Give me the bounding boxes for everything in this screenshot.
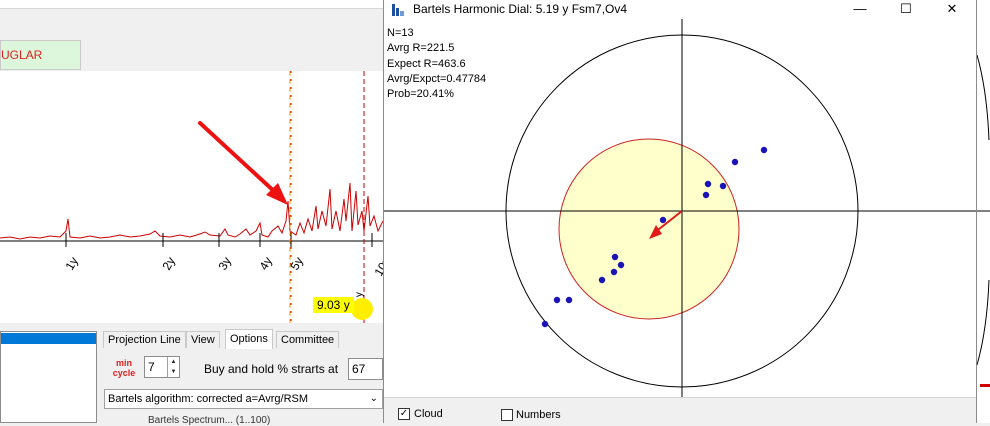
phase-point bbox=[610, 268, 618, 276]
phase-point bbox=[659, 216, 667, 224]
tab-projection-line-label: Projection Line bbox=[108, 334, 181, 346]
numbers-checkbox-label: Numbers bbox=[516, 409, 561, 421]
dial-options-bar: ✓ Cloud Numbers bbox=[384, 397, 976, 424]
phase-point bbox=[611, 253, 619, 261]
phase-point bbox=[565, 296, 573, 304]
tab-view[interactable]: View bbox=[186, 331, 220, 348]
tab-committee-label: Committee bbox=[281, 334, 335, 346]
window-title: Bartels Harmonic Dial: 5.19 y Fsm7,Ov4 bbox=[413, 2, 628, 16]
close-button[interactable]: ✕ bbox=[929, 0, 975, 19]
maximize-button[interactable]: ☐ bbox=[883, 0, 929, 19]
min-cycle-stepper[interactable]: 7 ▲ ▼ bbox=[144, 356, 180, 378]
tab-view-label: View bbox=[191, 334, 215, 346]
buy-hold-input[interactable]: 67 bbox=[348, 358, 383, 380]
right-bg-arc-bottom bbox=[976, 279, 990, 366]
annotation-arrow-shaft bbox=[198, 121, 278, 195]
tick-label-10y: 10y bbox=[371, 255, 383, 279]
tick-label-1y: 1y bbox=[62, 255, 80, 273]
right-bg-arc-top bbox=[976, 54, 990, 141]
stat-ratio: Avrg/Expct=0.47784 bbox=[387, 72, 487, 85]
dial-stats: N=13 Avrg R=221.5 Expect R=463.6 Avrg/Ex… bbox=[387, 26, 486, 102]
buy-hold-label: Buy and hold % strarts at bbox=[204, 362, 339, 376]
tab-committee[interactable]: Committee bbox=[276, 331, 340, 348]
right-background-window bbox=[976, 0, 990, 423]
background-top-strip bbox=[0, 0, 383, 9]
buy-hold-value: 67 bbox=[352, 362, 366, 376]
min-cycle-label: min cycle bbox=[112, 358, 136, 378]
regular-tab[interactable]: UGLAR bbox=[0, 40, 81, 70]
stat-avrg-r: Avrg R=221.5 bbox=[387, 42, 455, 55]
chevron-down-icon: ⌄ bbox=[369, 393, 378, 404]
min-cycle-label-line2: cycle bbox=[112, 368, 136, 378]
tick-label-3y: 3y bbox=[215, 255, 233, 273]
phase-point bbox=[598, 276, 606, 284]
tick-label-4y: 4y bbox=[256, 255, 274, 273]
title-bar[interactable]: Bartels Harmonic Dial: 5.19 y Fsm7,Ov4 —… bbox=[384, 0, 976, 19]
minimize-button[interactable]: — bbox=[837, 0, 883, 19]
numbers-checkbox[interactable] bbox=[501, 409, 513, 421]
harmonic-dial-window: Bartels Harmonic Dial: 5.19 y Fsm7,Ov4 —… bbox=[383, 0, 977, 424]
tab-options[interactable]: Options bbox=[225, 329, 273, 349]
tab-projection-line[interactable]: Projection Line bbox=[103, 331, 186, 348]
clipped-option-text: Bartels Spectrum... (1..100) bbox=[148, 415, 271, 426]
min-cycle-value: 7 bbox=[148, 360, 155, 374]
date-tag: 9.03 y bbox=[313, 297, 354, 313]
regular-tab-label: UGLAR bbox=[1, 48, 43, 62]
algorithm-select[interactable]: Bartels algorithm: corrected a=Avrg/RSM … bbox=[104, 389, 383, 409]
phase-point bbox=[702, 191, 710, 199]
left-list[interactable] bbox=[0, 331, 97, 423]
stat-n: N=13 bbox=[387, 27, 414, 39]
min-cycle-spin-buttons[interactable]: ▲ ▼ bbox=[167, 357, 179, 377]
min-cycle-label-line1: min bbox=[115, 358, 132, 368]
app-icon bbox=[390, 2, 406, 18]
phase-point bbox=[541, 320, 549, 328]
phase-point bbox=[553, 296, 561, 304]
cloud-circle bbox=[558, 138, 740, 320]
phase-point bbox=[760, 146, 768, 154]
tab-options-label: Options bbox=[230, 333, 268, 345]
spectrum-line bbox=[0, 182, 384, 240]
phase-point bbox=[617, 261, 625, 269]
spectrum-chart: 1y 2y 3y 4y 5y 10y 03 y bbox=[0, 71, 393, 323]
right-bg-red-mark bbox=[980, 384, 990, 387]
tick-label-2y: 2y bbox=[159, 255, 177, 273]
phase-point bbox=[731, 158, 739, 166]
date-marker-dot[interactable] bbox=[351, 298, 373, 320]
cloud-checkbox-label: Cloud bbox=[414, 408, 443, 420]
algorithm-select-value: Bartels algorithm: corrected a=Avrg/RSM bbox=[108, 393, 309, 405]
spectrum-chart-svg: 1y 2y 3y 4y 5y 10y 03 y bbox=[0, 71, 393, 323]
cloud-checkbox[interactable]: ✓ bbox=[398, 408, 410, 420]
stat-expect-r: Expect R=463.6 bbox=[387, 57, 466, 70]
phase-point bbox=[704, 180, 712, 188]
right-background-svg bbox=[976, 54, 990, 387]
phase-point bbox=[719, 182, 727, 190]
left-list-selected-row[interactable] bbox=[1, 333, 96, 344]
stat-prob: Prob=20.41% bbox=[387, 88, 454, 101]
